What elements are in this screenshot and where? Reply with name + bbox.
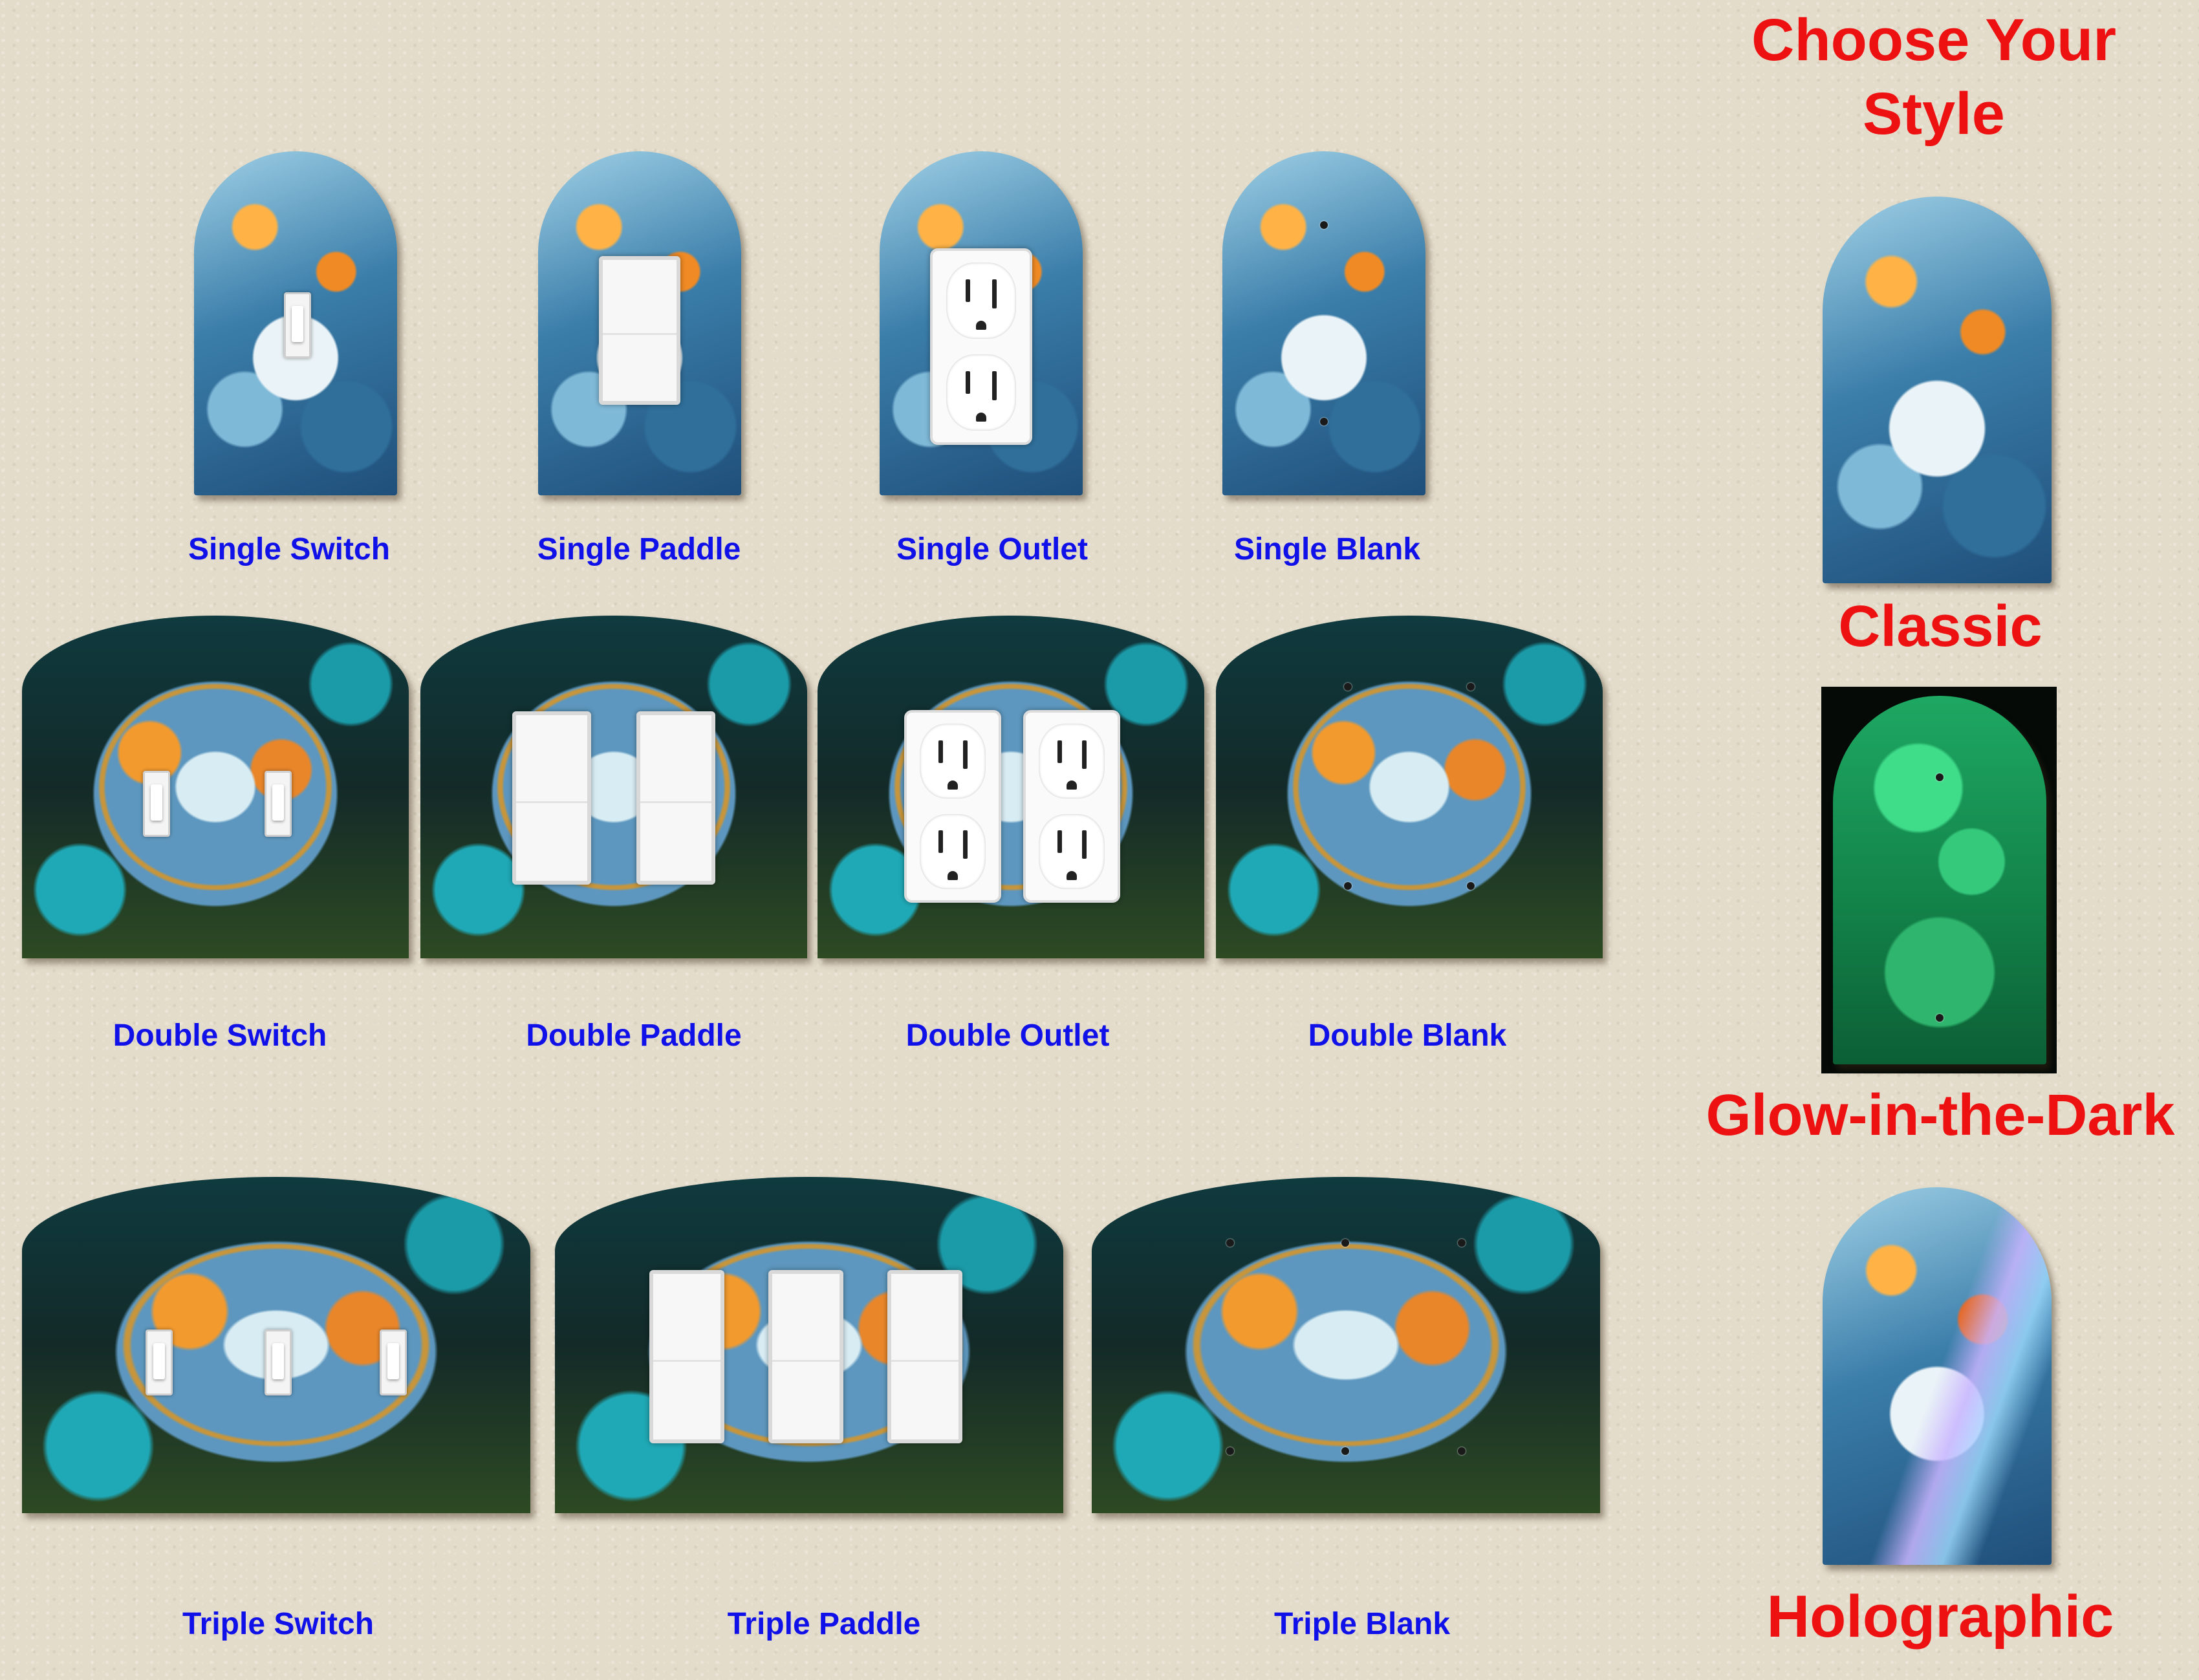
screw-hole bbox=[1458, 1239, 1466, 1247]
heading-line-1: Choose Your bbox=[1751, 7, 2116, 73]
label-double-blank: Double Blank bbox=[1308, 1018, 1507, 1053]
holographic-style-sample[interactable] bbox=[1823, 1187, 2052, 1565]
double-paddle-plate[interactable] bbox=[420, 616, 807, 958]
single-outlet-plate[interactable] bbox=[880, 151, 1083, 495]
label-triple-paddle: Triple Paddle bbox=[727, 1607, 921, 1641]
double-switch-plate[interactable] bbox=[22, 616, 409, 958]
toggle-switch bbox=[146, 1330, 173, 1395]
screw-hole bbox=[1467, 882, 1475, 890]
heading-line-2: Style bbox=[1863, 81, 2005, 147]
paddle-switch bbox=[887, 1270, 962, 1443]
screw-hole bbox=[1936, 773, 1944, 781]
screw-hole bbox=[1341, 1447, 1349, 1455]
screw-hole bbox=[1341, 1239, 1349, 1247]
label-double-outlet: Double Outlet bbox=[905, 1018, 1110, 1053]
screw-hole bbox=[1226, 1447, 1234, 1455]
label-double-paddle: Double Paddle bbox=[526, 1018, 742, 1053]
toggle-switch bbox=[380, 1330, 407, 1395]
triple-blank-plate[interactable] bbox=[1092, 1177, 1600, 1513]
single-paddle-plate[interactable] bbox=[538, 151, 741, 495]
toggle-switch bbox=[143, 771, 170, 837]
triple-paddle-plate[interactable] bbox=[555, 1177, 1063, 1513]
paddle-switch bbox=[512, 711, 591, 885]
paddle-switch bbox=[649, 1270, 724, 1443]
style-label-glow-in-the-dark: Glow-in-the-Dark bbox=[1706, 1083, 2175, 1148]
triple-switch-plate[interactable] bbox=[22, 1177, 530, 1513]
label-single-outlet: Single Outlet bbox=[896, 532, 1088, 566]
style-label-holographic: Holographic bbox=[1766, 1584, 2114, 1650]
single-blank-plate[interactable] bbox=[1222, 151, 1425, 495]
duplex-outlet bbox=[930, 248, 1032, 445]
label-double-switch: Double Switch bbox=[113, 1018, 327, 1053]
label-triple-blank: Triple Blank bbox=[1273, 1607, 1451, 1641]
label-single-paddle: Single Paddle bbox=[537, 532, 741, 566]
glow-style-sample[interactable] bbox=[1833, 696, 2046, 1064]
screw-hole bbox=[1344, 683, 1352, 691]
duplex-outlet bbox=[1023, 710, 1120, 903]
double-blank-plate[interactable] bbox=[1216, 616, 1603, 958]
screw-hole bbox=[1467, 683, 1475, 691]
toggle-switch bbox=[284, 292, 311, 358]
paddle-switch bbox=[599, 256, 680, 405]
paddle-switch bbox=[768, 1270, 843, 1443]
classic-style-sample[interactable] bbox=[1823, 197, 2052, 583]
screw-hole bbox=[1320, 221, 1328, 229]
double-outlet-plate[interactable] bbox=[818, 616, 1204, 958]
label-single-switch: Single Switch bbox=[188, 532, 391, 566]
screw-hole bbox=[1936, 1014, 1944, 1022]
label-triple-switch: Triple Switch bbox=[182, 1607, 374, 1641]
paddle-switch bbox=[636, 711, 715, 885]
duplex-outlet bbox=[904, 710, 1001, 903]
toggle-switch bbox=[265, 1330, 292, 1395]
single-switch-plate[interactable] bbox=[194, 151, 397, 495]
label-single-blank: Single Blank bbox=[1233, 532, 1421, 566]
screw-hole bbox=[1226, 1239, 1234, 1247]
screw-hole bbox=[1320, 418, 1328, 425]
toggle-switch bbox=[265, 771, 292, 837]
screw-hole bbox=[1458, 1447, 1466, 1455]
screw-hole bbox=[1344, 882, 1352, 890]
style-label-classic: Classic bbox=[1838, 594, 2042, 659]
